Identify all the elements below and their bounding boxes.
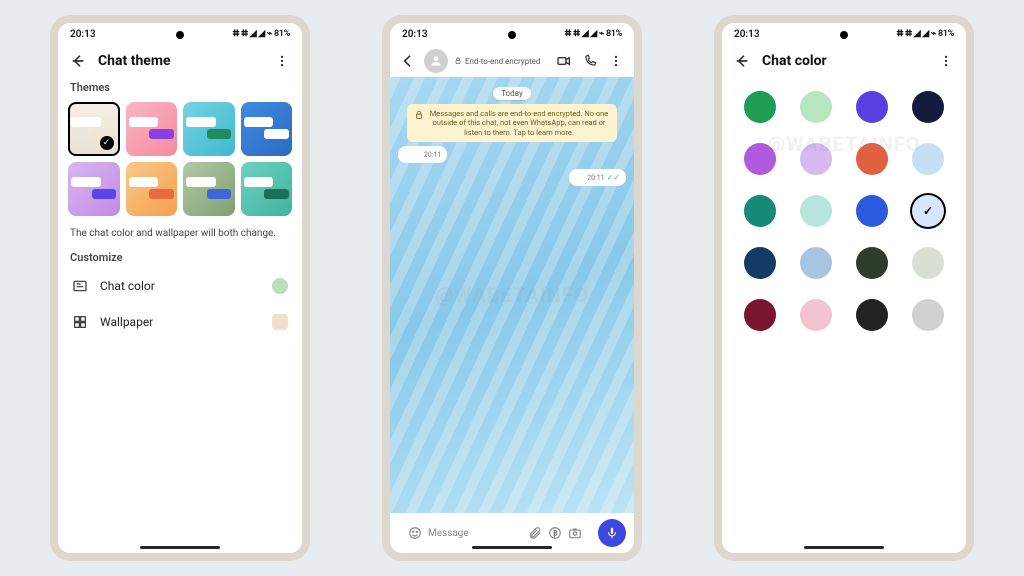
chat-color-swatch — [272, 278, 288, 294]
avatar[interactable] — [424, 49, 448, 73]
status-bar: 20:13 ⵌ ⵌ ◢ ◢ ⌁ 81% — [722, 23, 966, 45]
theme-tile-4[interactable] — [241, 102, 293, 156]
color-swatch-16[interactable] — [912, 247, 944, 279]
palette-icon — [72, 278, 88, 294]
chat-background: @WABETAINFO Today Messages and calls are… — [390, 77, 634, 513]
encrypted-badge[interactable]: End-to-end encrypted — [454, 57, 540, 66]
phone-3-chat-color: 20:13 ⵌ ⵌ ◢ ◢ ⌁ 81% Chat color @WABETAIN… — [714, 15, 974, 561]
color-swatch-13[interactable] — [744, 247, 776, 279]
helper-text: The chat color and wallpaper will both c… — [58, 220, 302, 247]
page-title: Chat theme — [98, 53, 171, 69]
gesture-bar — [804, 546, 884, 549]
voice-call-icon[interactable] — [580, 51, 600, 71]
theme-tile-8[interactable] — [241, 162, 293, 216]
mic-button[interactable] — [598, 519, 626, 547]
themes-section-label: Themes — [58, 77, 302, 98]
color-swatch-12[interactable] — [912, 195, 944, 227]
customize-section-label: Customize — [58, 247, 302, 268]
attach-icon[interactable] — [528, 526, 542, 540]
theme-tile-3[interactable] — [183, 102, 235, 156]
message-placeholder: Message — [428, 528, 469, 539]
color-swatch-8[interactable] — [912, 143, 944, 175]
themes-grid: ✓ — [58, 98, 302, 220]
status-bar: 20:13 ⵌ ⵌ ◢ ◢ ⌁ 81% — [390, 23, 634, 45]
app-header: Chat theme — [58, 45, 302, 77]
color-swatch-2[interactable] — [800, 91, 832, 123]
status-right: ⵌ ⵌ ◢ ◢ ⌁ 81% — [232, 29, 290, 39]
page-title: Chat color — [762, 53, 827, 69]
camera-icon[interactable] — [568, 526, 582, 540]
color-swatch-20[interactable] — [912, 299, 944, 331]
message-input[interactable]: Message — [398, 520, 592, 546]
more-icon[interactable] — [936, 51, 956, 71]
color-grid — [722, 77, 966, 331]
status-time: 20:13 — [402, 29, 428, 40]
gesture-bar — [140, 546, 220, 549]
color-swatch-14[interactable] — [800, 247, 832, 279]
color-swatch-17[interactable] — [744, 299, 776, 331]
emoji-icon[interactable] — [408, 526, 422, 540]
wallpaper-icon — [72, 314, 88, 330]
outgoing-message[interactable]: 20:11 ✓✓ — [569, 169, 626, 186]
back-icon[interactable] — [732, 51, 752, 71]
chat-color-item[interactable]: Chat color — [58, 268, 302, 304]
back-icon[interactable] — [398, 51, 418, 71]
encryption-notice[interactable]: Messages and calls are end-to-end encryp… — [407, 104, 617, 142]
more-icon[interactable] — [606, 51, 626, 71]
incoming-message[interactable]: 20:11 — [398, 146, 447, 163]
more-icon[interactable] — [272, 51, 292, 71]
phone-1-chat-theme: 20:13 ⵌ ⵌ ◢ ◢ ⌁ 81% Chat theme Themes ✓ … — [50, 15, 310, 561]
gesture-bar — [472, 546, 552, 549]
color-swatch-1[interactable] — [744, 91, 776, 123]
status-time: 20:13 — [734, 29, 760, 40]
chat-color-label: Chat color — [100, 279, 155, 293]
wallpaper-item[interactable]: Wallpaper — [58, 304, 302, 340]
status-bar: 20:13 ⵌ ⵌ ◢ ◢ ⌁ 81% — [58, 23, 302, 45]
theme-tile-5[interactable] — [68, 162, 120, 216]
color-swatch-19[interactable] — [856, 299, 888, 331]
theme-tile-1[interactable]: ✓ — [68, 102, 120, 156]
payment-icon[interactable] — [548, 526, 562, 540]
video-call-icon[interactable] — [554, 51, 574, 71]
wallpaper-swatch — [272, 314, 288, 330]
color-swatch-3[interactable] — [856, 91, 888, 123]
color-swatch-5[interactable] — [744, 143, 776, 175]
back-icon[interactable] — [68, 51, 88, 71]
color-swatch-18[interactable] — [800, 299, 832, 331]
color-swatch-4[interactable] — [912, 91, 944, 123]
color-swatch-10[interactable] — [800, 195, 832, 227]
wallpaper-label: Wallpaper — [100, 315, 153, 329]
phone-2-chat: 20:13 ⵌ ⵌ ◢ ◢ ⌁ 81% End-to-end encrypted… — [382, 15, 642, 561]
theme-tile-6[interactable] — [126, 162, 178, 216]
color-swatch-15[interactable] — [856, 247, 888, 279]
status-right: ⵌ ⵌ ◢ ◢ ⌁ 81% — [896, 29, 954, 39]
theme-tile-7[interactable] — [183, 162, 235, 216]
app-header: Chat color — [722, 45, 966, 77]
status-time: 20:13 — [70, 29, 96, 40]
theme-tile-2[interactable] — [126, 102, 178, 156]
date-pill: Today — [493, 87, 531, 100]
screen1-body: Themes ✓ The chat color and wallpaper wi… — [58, 77, 302, 553]
status-right: ⵌ ⵌ ◢ ◢ ⌁ 81% — [564, 29, 622, 39]
screen3-body: @WABETAINFO — [722, 77, 966, 553]
color-swatch-11[interactable] — [856, 195, 888, 227]
color-swatch-6[interactable] — [800, 143, 832, 175]
chat-header: End-to-end encrypted — [390, 45, 634, 77]
watermark: @WABETAINFO — [435, 283, 588, 307]
color-swatch-9[interactable] — [744, 195, 776, 227]
color-swatch-7[interactable] — [856, 143, 888, 175]
